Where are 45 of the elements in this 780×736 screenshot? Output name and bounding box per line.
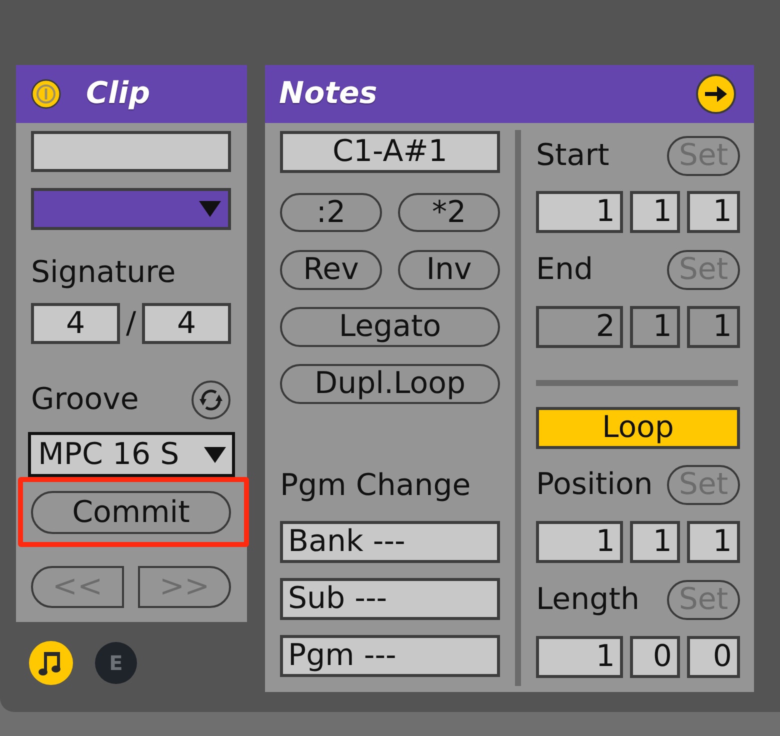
number-field[interactable]: 1 — [687, 306, 740, 348]
number-field[interactable]: 1 — [536, 521, 623, 563]
groove-dropdown[interactable]: MPC 16 S — [28, 432, 235, 477]
caret-icon — [204, 446, 226, 462]
panel-title: Clip — [86, 79, 150, 109]
slash-separator: / — [124, 308, 138, 338]
name-field[interactable] — [31, 131, 231, 172]
note-action-button[interactable]: Legato — [280, 307, 500, 347]
commit-button[interactable]: Commit — [31, 491, 231, 534]
marker-label: Start — [536, 139, 610, 173]
number-field[interactable]: 4 — [142, 303, 231, 344]
note-action-button[interactable]: Dupl.Loop — [280, 364, 500, 404]
music-note-icon[interactable] — [29, 641, 73, 685]
marker-label: Position — [536, 468, 653, 502]
number-field[interactable]: 1 — [687, 191, 740, 233]
pitch-range-field[interactable]: C1-A#1 — [280, 131, 500, 173]
number-field[interactable]: 1 — [536, 191, 623, 233]
groove-label: Groove — [31, 383, 139, 417]
caret-icon — [199, 201, 221, 217]
program-field[interactable]: Bank --- — [280, 521, 500, 563]
number-field[interactable]: 1 — [630, 191, 680, 233]
note-action-button[interactable]: *2 — [398, 193, 500, 232]
note-action-button[interactable]: Inv — [398, 250, 500, 290]
power-icon[interactable] — [31, 79, 61, 109]
program-field[interactable]: Pgm --- — [280, 635, 500, 677]
number-field[interactable]: 1 — [630, 306, 680, 348]
number-field[interactable]: 1 — [630, 521, 680, 563]
number-field[interactable]: 4 — [31, 303, 120, 344]
refresh-icon[interactable] — [191, 380, 231, 420]
panel-title: Notes — [279, 79, 378, 109]
marker-label: End — [536, 253, 594, 287]
program-field[interactable]: Sub --- — [280, 578, 500, 620]
number-field[interactable]: 2 — [536, 306, 623, 348]
loop-button[interactable]: Loop — [536, 407, 740, 449]
number-field[interactable]: 1 — [536, 636, 623, 678]
signature-label: Signature — [31, 256, 177, 290]
marker-label: Length — [536, 583, 640, 617]
number-field[interactable]: 0 — [630, 636, 680, 678]
number-field[interactable]: 1 — [687, 521, 740, 563]
number-field[interactable]: 0 — [687, 636, 740, 678]
pgm-change-label: Pgm Change — [280, 469, 472, 503]
note-action-button[interactable]: :2 — [280, 193, 382, 232]
arrow-right-icon[interactable] — [696, 74, 736, 114]
note-action-button[interactable]: Rev — [280, 250, 382, 290]
color-dropdown[interactable] — [31, 188, 231, 230]
